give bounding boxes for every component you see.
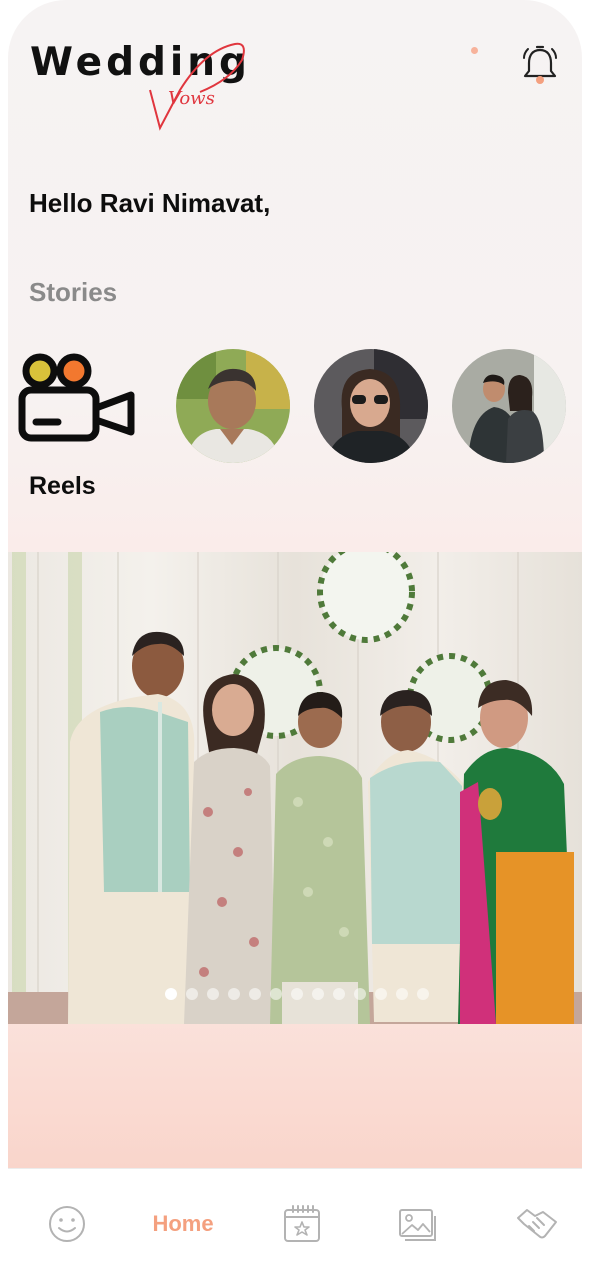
reels-button[interactable]: Reels <box>18 352 138 502</box>
story-avatar-1[interactable] <box>176 349 290 463</box>
carousel-dot[interactable] <box>375 988 387 1000</box>
calendar-star-icon <box>284 1205 320 1242</box>
tab-home[interactable]: Home <box>143 1201 223 1247</box>
notification-bell-button[interactable] <box>520 44 560 86</box>
carousel-dot[interactable] <box>186 988 198 1000</box>
carousel-dot[interactable] <box>165 988 177 1000</box>
carousel-pagination[interactable] <box>8 988 582 1002</box>
carousel-dot[interactable] <box>249 988 261 1000</box>
bell-icon <box>523 45 557 84</box>
stories-heading: Stories <box>29 277 118 307</box>
photo-carousel[interactable] <box>8 552 582 1024</box>
greeting-text: Hello Ravi Nimavat, <box>29 188 271 218</box>
handshake-icon <box>517 1209 557 1239</box>
story-photo <box>176 349 290 463</box>
smiley-icon <box>49 1206 85 1242</box>
logo-script: Vows <box>168 88 215 109</box>
tab-profile[interactable] <box>46 1201 88 1247</box>
notification-dot <box>471 47 478 54</box>
carousel-dot[interactable] <box>291 988 303 1000</box>
story-photo <box>314 349 428 463</box>
carousel-dot[interactable] <box>354 988 366 1000</box>
carousel-dot[interactable] <box>396 988 408 1000</box>
tab-vendors[interactable] <box>514 1201 560 1247</box>
tab-events[interactable] <box>280 1201 324 1247</box>
carousel-dot[interactable] <box>228 988 240 1000</box>
video-camera-icon <box>18 353 135 442</box>
story-photo <box>452 349 566 463</box>
carousel-dot[interactable] <box>417 988 429 1000</box>
story-avatar-2[interactable] <box>314 349 428 463</box>
carousel-dot[interactable] <box>312 988 324 1000</box>
reels-label: Reels <box>29 472 96 500</box>
bottom-tab-bar: Home <box>8 1168 582 1276</box>
tab-gallery[interactable] <box>396 1201 440 1247</box>
app-logo: Wedding Vows <box>30 30 260 140</box>
carousel-dot[interactable] <box>207 988 219 1000</box>
logo-swoosh-icon <box>149 42 245 131</box>
carousel-dot[interactable] <box>333 988 345 1000</box>
gallery-icon <box>399 1209 436 1241</box>
app-screen: Wedding Vows Hello Ravi Nimavat, Stories… <box>8 0 582 1276</box>
story-avatar-3[interactable] <box>452 349 566 463</box>
carousel-dot[interactable] <box>270 988 282 1000</box>
carousel-photo <box>8 552 582 1024</box>
